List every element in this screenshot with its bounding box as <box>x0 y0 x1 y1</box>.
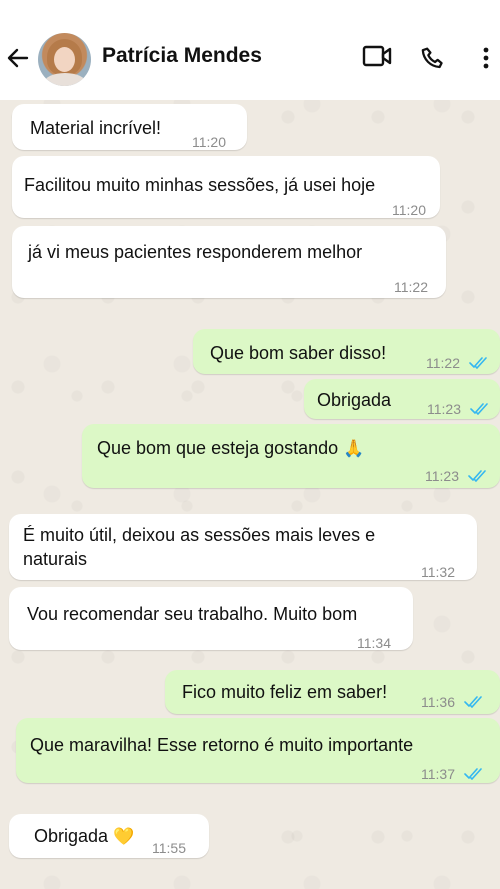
message-text: Facilitou muito minhas sessões, já usei … <box>24 175 376 195</box>
folded-hands-emoji: 🙏 <box>343 439 365 458</box>
message-bubble-outgoing[interactable]: Que bom que esteja gostando 🙏 11:23 <box>82 424 500 488</box>
message-bubble-outgoing[interactable]: Que bom saber disso! 11:22 <box>193 329 500 374</box>
yellow-heart-emoji: 💛 <box>113 827 135 846</box>
read-receipt-icon <box>468 464 488 482</box>
message-time: 11:37 <box>421 766 455 782</box>
message-text: Material incrível! <box>30 118 162 138</box>
message-text: Que bom saber disso! <box>210 343 387 363</box>
message-bubble-incoming[interactable]: Vou recomendar seu trabalho. Muito bom 1… <box>9 587 413 651</box>
message-bubble-outgoing[interactable]: Fico muito feliz em saber! 11:36 <box>165 670 500 714</box>
message-bubble-incoming[interactable]: Material incrível! 11:20 <box>12 104 247 150</box>
more-vertical-icon[interactable] <box>481 45 491 71</box>
message-time: 11:20 <box>392 202 426 218</box>
message-time: 11:23 <box>425 468 459 484</box>
contact-name[interactable]: Patrícia Mendes <box>102 44 262 68</box>
message-time: 11:22 <box>426 355 460 371</box>
message-bubble-incoming[interactable]: já vi meus pacientes responderem melhor … <box>12 226 446 298</box>
message-text: Que maravilha! Esse retorno é muito impo… <box>30 735 414 755</box>
message-time: 11:36 <box>421 694 455 710</box>
message-time: 11:55 <box>152 840 186 856</box>
read-receipt-icon <box>464 762 484 780</box>
phone-icon[interactable] <box>420 46 446 72</box>
chat-header: Patrícia Mendes <box>0 0 500 100</box>
message-time: 11:22 <box>394 279 428 295</box>
message-bubble-incoming[interactable]: Obrigada 💛 11:55 <box>9 814 209 858</box>
message-time: 11:34 <box>357 635 391 651</box>
arrow-left-icon[interactable] <box>6 46 30 70</box>
message-text: É muito útil, deixou as sessões mais lev… <box>23 525 376 569</box>
read-receipt-icon <box>470 397 490 415</box>
message-time: 11:23 <box>427 401 461 417</box>
message-text: já vi meus pacientes responderem melhor <box>28 242 363 262</box>
message-text: Que bom que esteja gostando 🙏 <box>97 438 365 458</box>
message-bubble-outgoing[interactable]: Obrigada 11:23 <box>304 379 500 419</box>
message-time: 11:32 <box>421 564 455 580</box>
message-text: Vou recomendar seu trabalho. Muito bom <box>27 604 358 624</box>
message-bubble-incoming[interactable]: Facilitou muito minhas sessões, já usei … <box>12 156 440 218</box>
read-receipt-icon <box>469 351 489 369</box>
message-time: 11:20 <box>192 134 226 150</box>
message-text: Obrigada <box>317 390 392 410</box>
message-text: Obrigada 💛 <box>34 826 135 846</box>
avatar[interactable] <box>38 33 91 86</box>
message-bubble-outgoing[interactable]: Que maravilha! Esse retorno é muito impo… <box>16 718 500 783</box>
message-text: Fico muito feliz em saber! <box>182 682 388 702</box>
read-receipt-icon <box>464 690 484 708</box>
video-camera-icon[interactable] <box>362 44 392 68</box>
message-bubble-incoming[interactable]: É muito útil, deixou as sessões mais lev… <box>9 514 477 580</box>
